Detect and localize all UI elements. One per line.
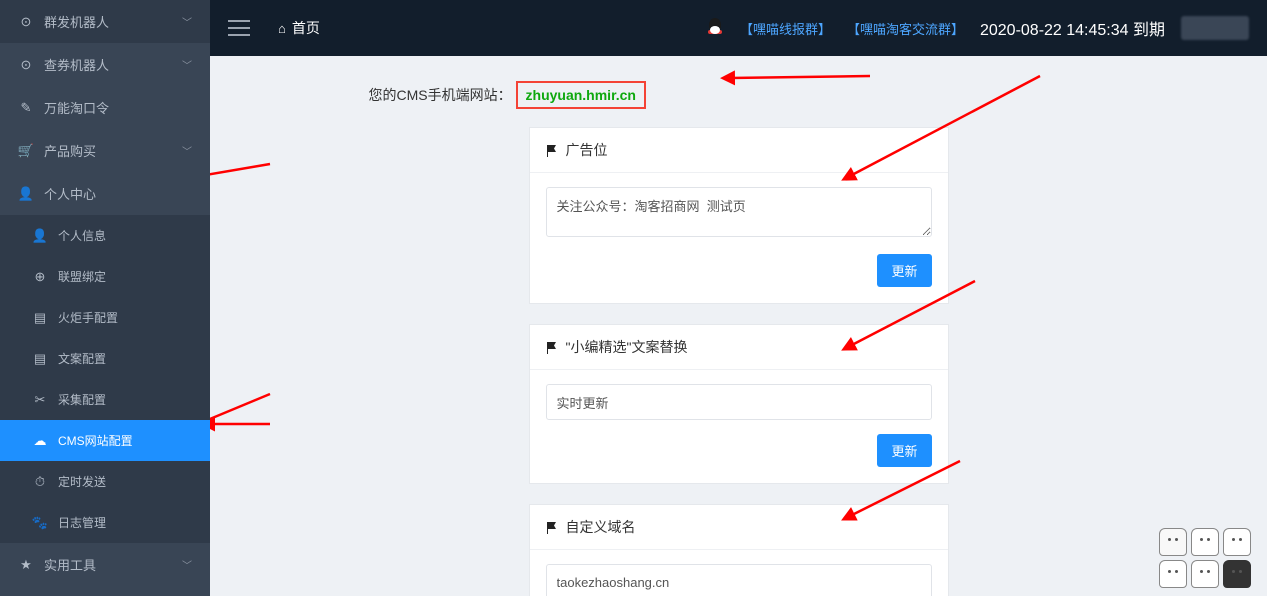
mascot-icon[interactable] [1191,560,1219,588]
mascot-icon[interactable] [1223,528,1251,556]
menu-promote[interactable]: ⟳ 推广赚钱 [0,586,210,596]
menu-label: 个人中心 [44,184,192,203]
paw-icon: 🐾 [32,515,48,531]
list-icon: ▤ [32,310,48,326]
chevron-down-icon: ﹀ [182,143,192,158]
submenu-label: 火炬手配置 [58,309,118,326]
card-text-replace: "小编精选"文案替换 更新 [529,324,949,484]
card-custom-domain: 自定义域名 更新 [529,504,949,596]
menu-tools[interactable]: ★ 实用工具 ﹀ [0,543,210,586]
topbar: ⌂ 首页 【嘿喵线报群】 【嘿喵淘客交流群】 2020-08-22 14:45:… [210,0,1267,56]
submenu-label: 个人信息 [58,227,106,244]
submenu-personal-info[interactable]: 👤 个人信息 [0,215,210,256]
scissors-icon: ✂ [32,392,48,408]
user-icon: 👤 [32,228,48,244]
submenu-label: 日志管理 [58,514,106,531]
chevron-down-icon: ﹀ [182,57,192,72]
home-link[interactable]: ⌂ 首页 [278,18,320,38]
menu-label: 实用工具 [44,555,182,574]
card-title: 广告位 [566,140,608,160]
text-replace-input[interactable] [546,384,932,420]
submenu-collect-config[interactable]: ✂ 采集配置 [0,379,210,420]
submenu-label: CMS网站配置 [58,432,133,449]
home-label: 首页 [292,18,320,38]
menu-taokoling[interactable]: ✎ 万能淘口令 [0,86,210,129]
link-icon: ⊕ [32,269,48,285]
flag-icon [546,144,558,156]
list-icon: ▤ [32,351,48,367]
link-taoke-group[interactable]: 【嘿喵淘客交流群】 [847,19,964,38]
card-ad: 广告位 更新 [529,127,949,304]
menu-profile[interactable]: 👤 个人中心 [0,172,210,215]
submenu-union-bind[interactable]: ⊕ 联盟绑定 [0,256,210,297]
submenu-label: 文案配置 [58,350,106,367]
domain-input[interactable] [546,564,932,596]
magic-icon: ✎ [18,100,34,116]
menu-group-bot[interactable]: ⊙ 群发机器人 ﹀ [0,0,210,43]
user-avatar[interactable] [1181,16,1249,40]
card-header: "小编精选"文案替换 [530,325,948,370]
mascot-icon[interactable] [1191,528,1219,556]
submenu-log[interactable]: 🐾 日志管理 [0,502,210,543]
site-url-line: 您的CMS手机端网站： zhuyuan.hmir.cn [369,81,1109,109]
update-button[interactable]: 更新 [877,254,931,287]
site-url-value[interactable]: zhuyuan.hmir.cn [516,81,646,109]
submenu-copy-config[interactable]: ▤ 文案配置 [0,338,210,379]
cart-icon: 🛒 [18,143,34,159]
home-icon: ⌂ [278,21,286,36]
robot-icon: ⊙ [18,14,34,30]
star-icon: ★ [18,557,34,573]
sidebar: ⊙ 群发机器人 ﹀ ⊙ 查券机器人 ﹀ ✎ 万能淘口令 🛒 产品购买 ﹀ 👤 个… [0,0,210,596]
card-title: 自定义域名 [566,517,636,537]
user-icon: 👤 [18,186,34,202]
mascot-icon[interactable] [1223,560,1251,588]
card-header: 自定义域名 [530,505,948,550]
robot-icon: ⊙ [18,57,34,73]
flag-icon [546,341,558,353]
qq-icon [706,18,724,38]
submenu-label: 采集配置 [58,391,106,408]
card-title: "小编精选"文案替换 [566,337,688,357]
mascot-icon[interactable] [1159,528,1187,556]
hamburger-icon[interactable] [228,20,250,36]
submenu-schedule[interactable]: ⏱ 定时发送 [0,461,210,502]
update-button[interactable]: 更新 [877,434,931,467]
menu-coupon-bot[interactable]: ⊙ 查券机器人 ﹀ [0,43,210,86]
content-area: 您的CMS手机端网站： zhuyuan.hmir.cn 广告位 更新 [210,56,1267,596]
submenu-label: 联盟绑定 [58,268,106,285]
chevron-down-icon: ﹀ [182,14,192,29]
link-report-group[interactable]: 【嘿喵线报群】 [740,19,831,38]
submenu-label: 定时发送 [58,473,106,490]
card-header: 广告位 [530,128,948,173]
menu-label: 群发机器人 [44,12,182,31]
mascot-widgets [1159,528,1259,588]
menu-label: 查券机器人 [44,55,182,74]
submenu-torch-config[interactable]: ▤ 火炬手配置 [0,297,210,338]
menu-purchase[interactable]: 🛒 产品购买 ﹀ [0,129,210,172]
site-url-prefix: 您的CMS手机端网站： [369,87,512,103]
menu-label: 万能淘口令 [44,98,192,117]
flag-icon [546,521,558,533]
chevron-down-icon: ﹀ [182,557,192,572]
mascot-icon[interactable] [1159,560,1187,588]
expiry-text: 2020-08-22 14:45:34 到期 [980,16,1165,40]
cloud-icon: ☁ [32,433,48,449]
ad-textarea[interactable] [546,187,932,237]
menu-label: 产品购买 [44,141,182,160]
submenu-cms-config[interactable]: ☁ CMS网站配置 [0,420,210,461]
clock-icon: ⏱ [32,474,48,490]
